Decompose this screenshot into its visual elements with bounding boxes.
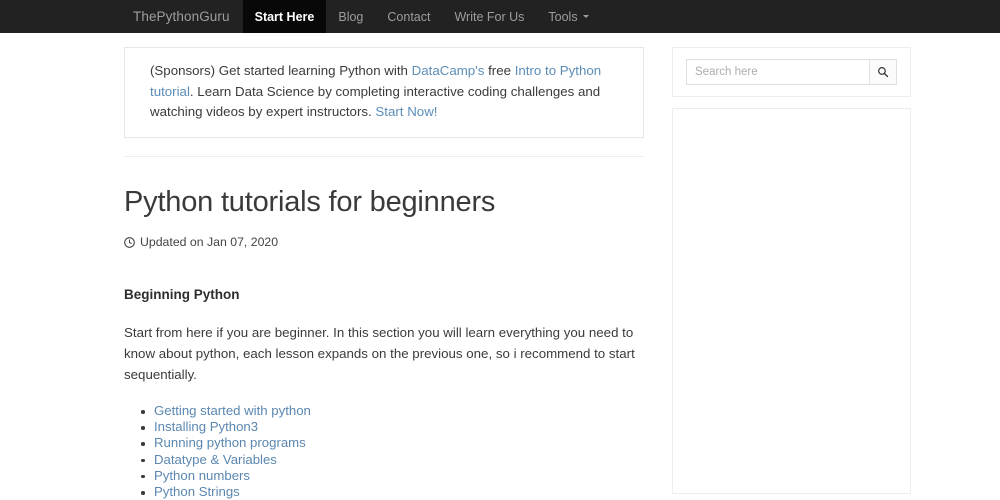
sidebar-column xyxy=(672,47,911,500)
article-updated-label: Updated on Jan 07, 2020 xyxy=(140,235,278,249)
page-title: Python tutorials for beginners xyxy=(124,185,644,220)
lesson-link[interactable]: Python Strings xyxy=(154,484,240,499)
list-item: Installing Python3 xyxy=(154,419,644,435)
nav-item-label: Start Here xyxy=(255,10,315,24)
article: Python tutorials for beginners Updated o… xyxy=(124,157,644,500)
lesson-link[interactable]: Installing Python3 xyxy=(154,419,258,434)
sponsor-text-mid1: free xyxy=(484,63,514,78)
sidebar-search-panel xyxy=(672,47,911,97)
search-icon xyxy=(877,66,889,78)
sidebar-ad-panel xyxy=(672,108,911,494)
nav-item-label: Tools xyxy=(548,10,577,24)
lesson-link[interactable]: Python numbers xyxy=(154,468,250,483)
search-button[interactable] xyxy=(869,59,897,85)
nav-item-tools[interactable]: Tools xyxy=(536,0,600,33)
nav-item-label: Blog xyxy=(338,10,363,24)
list-item: Python Strings xyxy=(154,484,644,500)
lesson-link[interactable]: Datatype & Variables xyxy=(154,452,277,467)
nav-item-start-here[interactable]: Start Here xyxy=(243,0,327,33)
chevron-down-icon xyxy=(583,15,589,18)
section-intro-paragraph: Start from here if you are beginner. In … xyxy=(124,322,644,385)
nav-item-blog[interactable]: Blog xyxy=(326,0,375,33)
sponsor-link-start-now[interactable]: Start Now! xyxy=(375,104,437,119)
lesson-link[interactable]: Getting started with python xyxy=(154,403,311,418)
nav-item-contact[interactable]: Contact xyxy=(375,0,442,33)
clock-icon xyxy=(124,237,135,248)
article-updated-meta: Updated on Jan 07, 2020 xyxy=(124,235,644,249)
page-body: (Sponsors) Get started learning Python w… xyxy=(0,33,1000,500)
sponsor-banner: (Sponsors) Get started learning Python w… xyxy=(124,47,644,138)
nav-item-label: Write For Us xyxy=(454,10,524,24)
sponsor-link-datacamp[interactable]: DataCamp's xyxy=(412,63,485,78)
section-heading-beginning-python: Beginning Python xyxy=(124,287,644,302)
lesson-link[interactable]: Running python programs xyxy=(154,435,306,450)
list-item: Datatype & Variables xyxy=(154,452,644,468)
lesson-link-list: Getting started with python Installing P… xyxy=(124,403,644,500)
search-input[interactable] xyxy=(686,59,869,85)
nav-item-label: Contact xyxy=(387,10,430,24)
search-form xyxy=(686,59,897,85)
list-item: Running python programs xyxy=(154,435,644,451)
list-item: Getting started with python xyxy=(154,403,644,419)
top-navigation-bar: ThePythonGuru Start Here Blog Contact Wr… xyxy=(0,0,1000,33)
sponsor-text-lead: (Sponsors) Get started learning Python w… xyxy=(150,63,412,78)
main-content-column: (Sponsors) Get started learning Python w… xyxy=(124,47,644,500)
site-brand-link[interactable]: ThePythonGuru xyxy=(120,0,243,33)
list-item: Python numbers xyxy=(154,468,644,484)
nav-item-write-for-us[interactable]: Write For Us xyxy=(442,0,536,33)
